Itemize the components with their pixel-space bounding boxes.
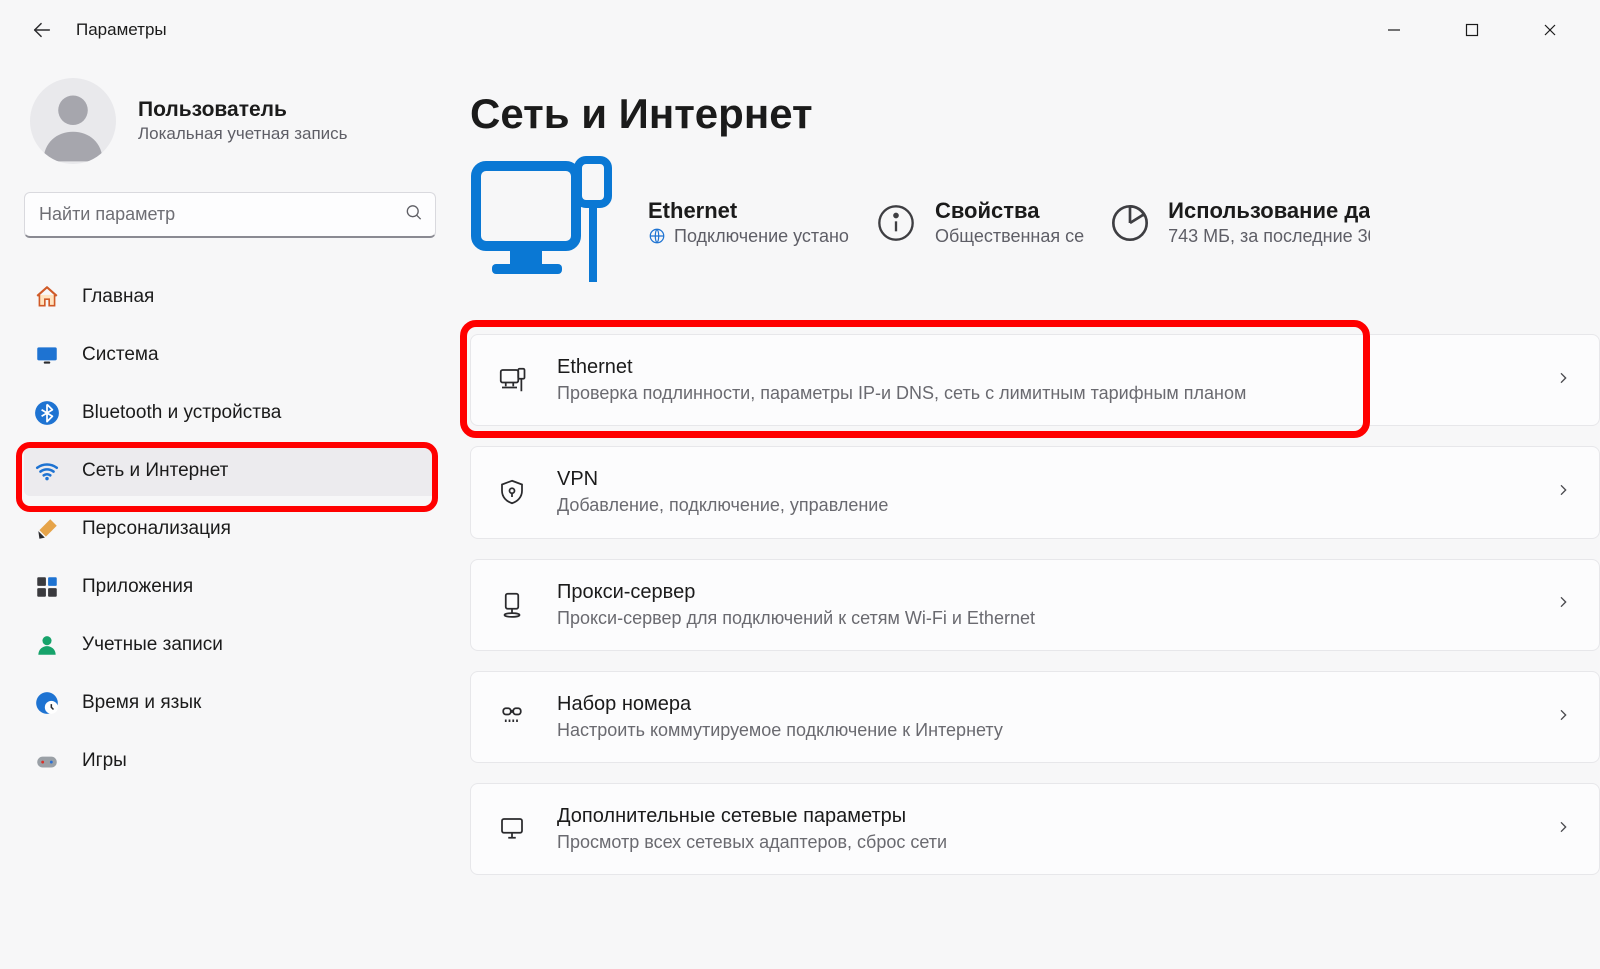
settings-list: Ethernet Проверка подлинности, параметры…: [470, 334, 1600, 875]
chevron-right-icon: [1555, 819, 1571, 840]
list-item-title: Дополнительные сетевые параметры: [557, 804, 947, 828]
list-item-sub: Настроить коммутируемое подключение к Ин…: [557, 718, 1003, 742]
network-status-row: Ethernet Подключение устано Свойства Общ…: [470, 154, 1600, 292]
list-item-ethernet[interactable]: Ethernet Проверка подлинности, параметры…: [470, 334, 1600, 426]
sidebar-item-label: Главная: [82, 286, 154, 308]
monitor-icon: [493, 810, 531, 848]
list-item-title: Прокси-сервер: [557, 580, 1035, 604]
list-item-title: Ethernet: [557, 355, 1246, 379]
person-icon: [30, 78, 116, 164]
sidebar: Пользователь Локальная учетная запись Гл…: [0, 60, 460, 969]
sidebar-item-label: Время и язык: [82, 692, 201, 714]
search-icon: [404, 203, 424, 228]
user-text: Пользователь Локальная учетная запись: [138, 98, 348, 144]
sidebar-item-home[interactable]: Главная: [24, 272, 436, 322]
user-block[interactable]: Пользователь Локальная учетная запись: [24, 78, 436, 164]
user-subtitle: Локальная учетная запись: [138, 124, 348, 144]
phone-icon: [493, 698, 531, 736]
close-icon: [1542, 22, 1558, 38]
usage-label: Использование данн: [1168, 198, 1370, 224]
search-input[interactable]: [24, 192, 436, 238]
list-item-sub: Добавление, подключение, управление: [557, 493, 888, 517]
chevron-right-icon: [1555, 594, 1571, 615]
minimize-icon: [1386, 22, 1402, 38]
list-item-title: Набор номера: [557, 692, 1003, 716]
sidebar-item-label: Приложения: [82, 576, 193, 598]
sidebar-item-bluetooth[interactable]: Bluetooth и устройства: [24, 388, 436, 438]
apps-icon: [32, 572, 62, 602]
chevron-right-icon: [1555, 707, 1571, 728]
chevron-right-icon: [1555, 482, 1571, 503]
ethernet-icon: [493, 361, 531, 399]
sidebar-item-label: Учетные записи: [82, 634, 223, 656]
minimize-button[interactable]: [1366, 0, 1422, 60]
arrow-left-icon: [31, 19, 53, 41]
maximize-icon: [1465, 23, 1479, 37]
data-usage-link[interactable]: Использование данн 743 МБ, за последние …: [1110, 198, 1370, 249]
sidebar-nav: Главная Система Bluetooth и устройства С…: [24, 272, 436, 786]
list-item-dialup[interactable]: Набор номера Настроить коммутируемое под…: [470, 671, 1600, 763]
sidebar-item-label: Персонализация: [82, 518, 231, 540]
home-icon: [32, 282, 62, 312]
list-item-title: VPN: [557, 467, 888, 491]
search-box: [24, 192, 436, 238]
sidebar-item-label: Система: [82, 344, 159, 366]
list-item-sub: Просмотр всех сетевых адаптеров, сброс с…: [557, 830, 947, 854]
list-item-proxy[interactable]: Прокси-сервер Прокси-сервер для подключе…: [470, 559, 1600, 651]
brush-icon: [32, 514, 62, 544]
list-item-vpn[interactable]: VPN Добавление, подключение, управление: [470, 446, 1600, 538]
user-icon: [32, 630, 62, 660]
system-icon: [32, 340, 62, 370]
sidebar-item-label: Игры: [82, 750, 127, 772]
sidebar-item-personalization[interactable]: Персонализация: [24, 504, 436, 554]
sidebar-item-time-language[interactable]: Время и язык: [24, 678, 436, 728]
connection-status[interactable]: Ethernet Подключение устано: [648, 198, 849, 249]
sidebar-item-label: Сеть и Интернет: [82, 460, 228, 482]
app-title: Параметры: [76, 20, 167, 40]
sidebar-item-apps[interactable]: Приложения: [24, 562, 436, 612]
info-icon: [875, 202, 917, 244]
ethernet-illustration: [470, 154, 622, 292]
close-button[interactable]: [1522, 0, 1578, 60]
gamepad-icon: [32, 746, 62, 776]
titlebar: Параметры: [0, 0, 1600, 60]
page-title: Сеть и Интернет: [470, 90, 1600, 138]
sidebar-item-label: Bluetooth и устройства: [82, 402, 281, 424]
list-item-advanced[interactable]: Дополнительные сетевые параметры Просмот…: [470, 783, 1600, 875]
main-content: Сеть и Интернет Ethernet Подключение уст…: [460, 60, 1600, 969]
sidebar-item-network[interactable]: Сеть и Интернет: [24, 446, 436, 496]
proxy-icon: [493, 586, 531, 624]
bluetooth-icon: [32, 398, 62, 428]
connection-sub: Подключение устано: [648, 224, 849, 248]
maximize-button[interactable]: [1444, 0, 1500, 60]
properties-sub: Общественная се: [935, 224, 1084, 248]
connection-name: Ethernet: [648, 198, 849, 224]
properties-label: Свойства: [935, 198, 1084, 224]
usage-sub: 743 МБ, за последние 30: [1168, 224, 1370, 248]
data-usage-icon: [1110, 202, 1150, 244]
globe-clock-icon: [32, 688, 62, 718]
avatar: [30, 78, 116, 164]
user-name: Пользователь: [138, 98, 348, 122]
window-controls: [1366, 0, 1590, 60]
sidebar-item-accounts[interactable]: Учетные записи: [24, 620, 436, 670]
globe-icon: [648, 227, 666, 245]
wifi-icon: [32, 456, 62, 486]
properties-link[interactable]: Свойства Общественная се: [875, 198, 1084, 249]
chevron-right-icon: [1555, 370, 1571, 391]
back-button[interactable]: [22, 10, 62, 50]
shield-icon: [493, 473, 531, 511]
sidebar-item-games[interactable]: Игры: [24, 736, 436, 786]
list-item-sub: Прокси-сервер для подключений к сетям Wi…: [557, 606, 1035, 630]
sidebar-item-system[interactable]: Система: [24, 330, 436, 380]
list-item-sub: Проверка подлинности, параметры IP-и DNS…: [557, 381, 1246, 405]
